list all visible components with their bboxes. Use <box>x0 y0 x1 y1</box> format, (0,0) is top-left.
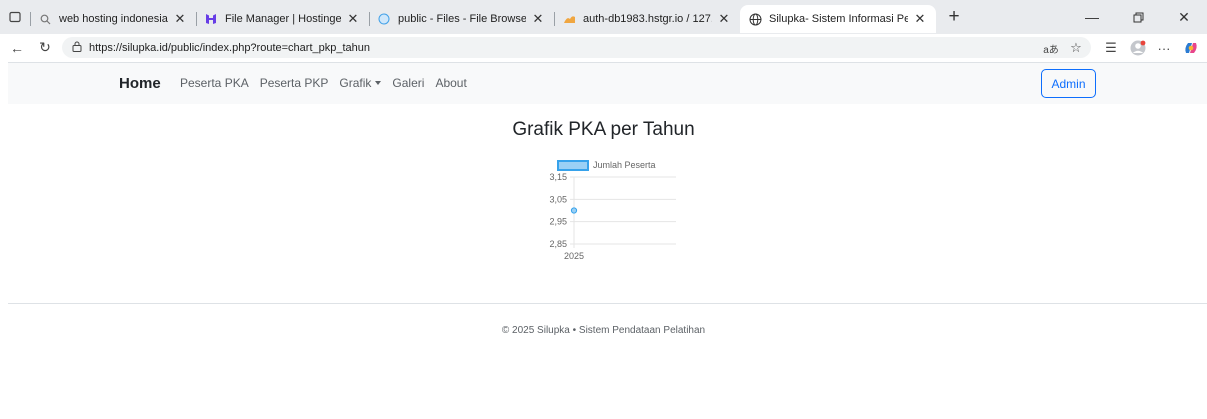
tab-title: auth-db1983.hstgr.io / 127.0.0.1 / <box>583 13 712 25</box>
nav-link-peserta-pka[interactable]: Peserta PKA <box>180 76 249 90</box>
site-info-icon[interactable] <box>72 41 82 55</box>
tab-title: Silupka- Sistem Informasi Peserta <box>769 13 908 25</box>
nav-link-grafik-label: Grafik <box>339 76 372 90</box>
search-icon <box>38 12 52 26</box>
close-icon[interactable]: ✕ <box>530 11 546 27</box>
legend-swatch <box>557 160 589 171</box>
footer-text: © 2025 Silupka • Sistem Pendataan Pelati… <box>501 325 706 336</box>
line-chart: Jumlah Peserta 3,15 3,05 2,95 2,85 2025 <box>549 160 676 261</box>
browser-tab-active[interactable]: Silupka- Sistem Informasi Peserta ✕ <box>740 5 936 33</box>
favorite-star-icon[interactable]: ☆ <box>1066 38 1086 58</box>
close-icon[interactable]: ✕ <box>172 11 188 27</box>
browser-tab[interactable]: auth-db1983.hstgr.io / 127.0.0.1 / ✕ <box>554 5 740 33</box>
url-text: https://silupka.id/public/index.php?rout… <box>89 41 370 54</box>
globe-icon <box>748 12 762 26</box>
x-tick-label: 2025 <box>564 251 584 261</box>
close-icon[interactable]: ✕ <box>716 11 732 27</box>
close-icon[interactable]: ✕ <box>345 11 361 27</box>
nav-links: Peserta PKA Peserta PKP Grafik Galeri Ab… <box>180 76 478 90</box>
nav-dropdown-grafik[interactable]: Grafik <box>339 76 382 90</box>
site-navbar: Home Peserta PKA Peserta PKP Grafik Gale… <box>8 62 1207 104</box>
browser-toolbar: ← ↻ https://silupka.id/public/index.php?… <box>0 34 1207 61</box>
browser-tab-strip: web hosting indonesia terbaik - S ✕ File… <box>0 0 1207 34</box>
nav-link-peserta-pkp[interactable]: Peserta PKP <box>260 76 329 90</box>
phpmyadmin-icon <box>562 12 576 26</box>
legend-label: Jumlah Peserta <box>593 160 656 170</box>
back-arrow-icon: ← <box>10 39 24 56</box>
reload-icon: ↻ <box>39 39 51 55</box>
nav-link-galeri[interactable]: Galeri <box>392 76 424 90</box>
y-tick-label: 3,15 <box>549 172 567 182</box>
back-button[interactable]: ← <box>6 37 28 59</box>
browser-tab[interactable]: web hosting indonesia terbaik - S ✕ <box>30 5 196 33</box>
page-title: Grafik PKA per Tahun <box>512 119 695 140</box>
new-tab-button[interactable]: + <box>940 3 968 31</box>
hostinger-icon <box>204 12 218 26</box>
nav-link-about[interactable]: About <box>435 76 466 90</box>
brand-home-link[interactable]: Home <box>119 75 161 92</box>
plus-icon: + <box>948 6 960 27</box>
caret-down-icon <box>375 81 382 85</box>
admin-button[interactable]: Admin <box>1041 69 1096 98</box>
footer-divider <box>8 303 1207 304</box>
browser-tab[interactable]: public - Files - File Browser ✕ <box>369 5 554 33</box>
close-icon: ✕ <box>1178 8 1190 25</box>
minimize-button[interactable]: — <box>1069 0 1115 34</box>
restore-icon <box>1133 12 1143 22</box>
y-tick-label: 3,05 <box>549 194 567 204</box>
tab-title: File Manager | Hostinger <box>225 13 341 25</box>
y-tick-label: 2,95 <box>549 217 567 227</box>
window-close-button[interactable]: ✕ <box>1161 0 1207 34</box>
filebrowser-icon <box>377 12 391 26</box>
data-point <box>570 207 578 214</box>
tab-actions-button[interactable] <box>0 0 30 34</box>
minimize-icon: — <box>1085 9 1099 25</box>
more-menu-icon[interactable]: ··· <box>1154 38 1174 58</box>
address-bar[interactable]: https://silupka.id/public/index.php?rout… <box>62 37 1091 58</box>
tab-actions-icon <box>9 11 21 23</box>
reload-button[interactable]: ↻ <box>34 37 56 59</box>
browser-tab[interactable]: File Manager | Hostinger ✕ <box>196 5 369 33</box>
favorites-list-icon[interactable]: ☰ <box>1101 38 1121 58</box>
copilot-icon[interactable] <box>1181 38 1201 58</box>
profile-avatar[interactable] <box>1128 38 1148 58</box>
restore-button[interactable] <box>1115 0 1161 34</box>
tab-title: web hosting indonesia terbaik - S <box>59 13 168 25</box>
y-tick-label: 2,85 <box>549 239 567 249</box>
read-aloud-icon[interactable]: aあ <box>1041 38 1061 58</box>
close-icon[interactable]: ✕ <box>912 11 928 27</box>
tab-title: public - Files - File Browser <box>398 13 526 25</box>
